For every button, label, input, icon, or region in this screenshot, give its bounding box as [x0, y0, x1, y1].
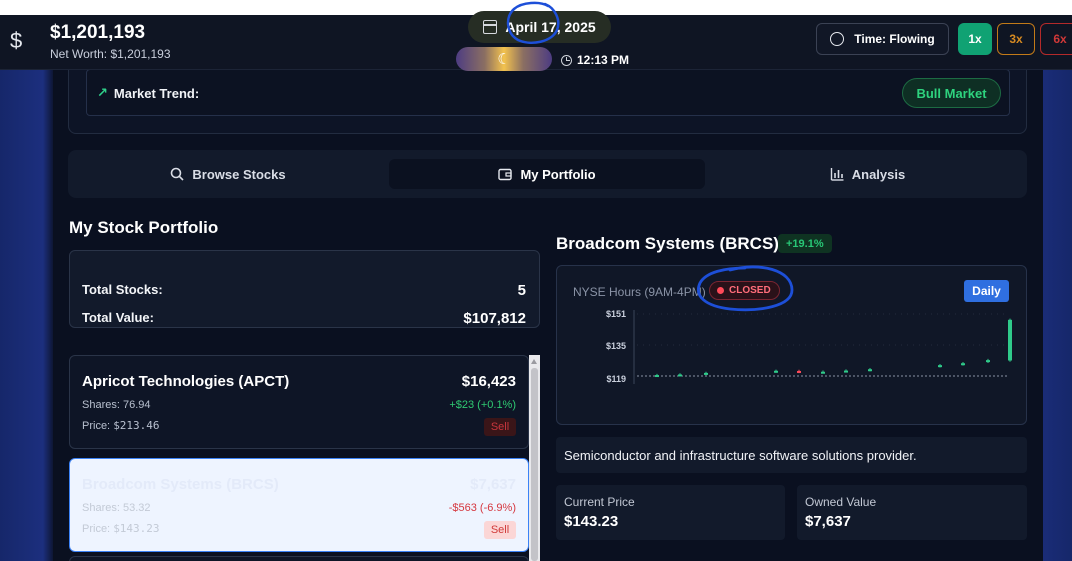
stock-change-badge: +19.1%: [778, 234, 832, 253]
y-tick-label: $151: [606, 309, 626, 319]
stock-value: $7,637: [470, 476, 516, 493]
owned-value-card: Owned Value $7,637: [797, 485, 1027, 540]
candle-body: [797, 370, 801, 373]
candle-body: [986, 360, 990, 363]
owned-value-value: $7,637: [805, 513, 851, 530]
portfolio-title: My Stock Portfolio: [69, 218, 219, 237]
time-mode-button[interactable]: Time: Flowing: [816, 23, 949, 55]
tab-label: Browse Stocks: [192, 166, 286, 182]
net-worth-label: Net Worth: $1,201,193: [50, 47, 171, 61]
candle-body: [821, 371, 825, 374]
trending-up-icon: ↗: [97, 85, 108, 100]
candle-body: [844, 370, 848, 373]
total-value-label: Total Value:: [82, 310, 154, 325]
stock-card-brcs[interactable]: Broadcom Systems (BRCS) $7,637 Shares: 5…: [69, 458, 529, 552]
time-text: 12:13 PM: [577, 53, 630, 67]
tab-bar: Browse Stocks My Portfolio Analysis: [68, 150, 1027, 198]
current-price-value: $143.23: [564, 513, 619, 530]
shares-value: 53.32: [122, 502, 151, 514]
tab-label: My Portfolio: [520, 166, 596, 182]
stock-shares: Shares: 53.32: [82, 502, 151, 514]
market-trend-label: Market Trend:: [113, 85, 200, 101]
candlestick-chart: $151 $135 $119: [606, 309, 1012, 384]
stock-description: Semiconductor and infrastructure softwar…: [556, 437, 1027, 473]
portfolio-scrollbar[interactable]: [529, 355, 540, 561]
wallet-icon: [498, 168, 513, 181]
stock-shares: Shares: 76.94: [82, 399, 151, 411]
net-worth-value: $1,201,193: [50, 22, 146, 43]
stock-card-apct[interactable]: Apricot Technologies (APCT) $16,423 Shar…: [69, 355, 529, 449]
speed-3x-button[interactable]: 3x: [997, 23, 1035, 55]
speed-1x-button[interactable]: 1x: [958, 23, 992, 55]
market-trend-row: ↗ Market Trend: Bull Market: [86, 69, 1010, 116]
shares-value: 76.94: [122, 399, 151, 411]
search-icon: [171, 167, 184, 181]
day-night-indicator: ☾: [456, 47, 552, 71]
clock-icon: [561, 54, 572, 66]
stock-change: +$23 (+0.1%): [449, 399, 516, 411]
tab-analysis[interactable]: Analysis: [708, 159, 1027, 189]
stock-value: $16,423: [461, 373, 516, 390]
stock-name: Apricot Technologies (APCT): [82, 373, 290, 390]
total-value-value: $107,812: [463, 310, 526, 327]
stock-price: Price: $213.46: [82, 419, 160, 432]
stock-card-next[interactable]: [69, 556, 529, 561]
candle-body: [868, 369, 872, 372]
moon-icon: ☾: [497, 51, 511, 68]
total-value-row: Total Value: $107,812: [82, 310, 526, 327]
tab-my-portfolio[interactable]: My Portfolio: [389, 159, 705, 189]
price-value: $213.46: [113, 419, 160, 432]
current-price-card: Current Price $143.23: [556, 485, 785, 540]
date-text: April 17, 2025: [505, 19, 596, 35]
stock-detail-title: Broadcom Systems (BRCS): [556, 234, 779, 253]
total-stocks-label: Total Stocks:: [82, 282, 163, 297]
tab-browse-stocks[interactable]: Browse Stocks: [68, 159, 388, 189]
sell-button[interactable]: Sell: [484, 521, 516, 539]
scrollbar-thumb[interactable]: [531, 368, 538, 561]
clock-icon: [830, 32, 845, 46]
scroll-up-arrow-icon[interactable]: [531, 359, 537, 364]
clock-display: 12:13 PM: [561, 53, 629, 67]
y-tick-label: $135: [606, 341, 626, 351]
candle-body: [938, 365, 942, 368]
candle-body: [774, 370, 778, 373]
total-stocks-value: 5: [517, 282, 526, 299]
stock-price: Price: $143.23: [82, 522, 160, 535]
market-trend-label-group: ↗ Market Trend:: [97, 85, 199, 101]
time-mode-label: Time: Flowing: [854, 32, 935, 46]
total-stocks-row: Total Stocks: 5: [82, 282, 526, 299]
calendar-icon: [483, 20, 498, 34]
date-display: April 17, 2025: [468, 11, 611, 43]
sell-button[interactable]: Sell: [484, 418, 516, 436]
speed-6x-button[interactable]: 6x: [1040, 23, 1072, 55]
price-label: Price:: [82, 523, 111, 535]
top-bar: $ $1,201,193 Net Worth: $1,201,193 April…: [0, 11, 1072, 71]
price-label: Price:: [82, 420, 111, 432]
bar-chart-icon: [830, 168, 844, 181]
candle-body: [961, 363, 965, 366]
current-price-label: Current Price: [564, 495, 635, 509]
dollar-icon: $: [10, 28, 23, 53]
candle-body: [655, 375, 659, 378]
stock-name: Broadcom Systems (BRCS): [82, 476, 279, 493]
stock-change: -$563 (-6.9%): [448, 502, 516, 514]
candle-body: [1008, 319, 1012, 361]
shares-label: Shares:: [82, 399, 120, 411]
candle-body: [678, 374, 682, 377]
price-value: $143.23: [113, 522, 160, 535]
shares-label: Shares:: [82, 502, 120, 514]
tab-label: Analysis: [851, 166, 906, 182]
y-tick-label: $119: [606, 374, 626, 384]
portfolio-summary: Total Stocks: 5 Total Value: $107,812: [69, 250, 540, 328]
market-trend-badge: Bull Market: [902, 78, 1001, 108]
owned-value-label: Owned Value: [805, 495, 877, 509]
candle-body: [704, 372, 708, 375]
price-chart-card: NYSE Hours (9AM-4PM) CLOSED Daily $151 $…: [556, 265, 1027, 425]
